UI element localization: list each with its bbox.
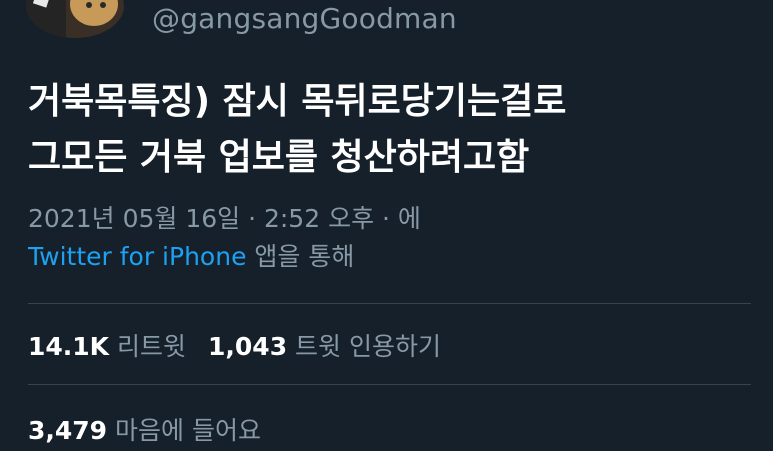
retweets-label: 리트윗 — [109, 332, 187, 361]
quotes-label: 트윗 인용하기 — [287, 332, 441, 361]
likes-label: 마음에 들어요 — [107, 416, 261, 445]
retweets-count: 14.1K — [28, 332, 110, 361]
likes-stat[interactable]: 3,479 마음에 들어요 — [28, 414, 261, 448]
source-link[interactable]: Twitter for iPhone — [28, 242, 246, 271]
source-suffix: 앱을 통해 — [246, 242, 355, 271]
avatar-face — [70, 0, 118, 26]
tweet-text-line: 그모든 거북 업보를 청산하려고함 — [28, 137, 530, 178]
retweets-stat[interactable]: 14.1K 리트윗 — [28, 332, 186, 361]
avatar-eye — [100, 2, 106, 8]
divider — [28, 384, 751, 385]
tweet-text: 거북목특징) 잠시 목뒤로당기는걸로 그모든 거북 업보를 청산하려고함 — [28, 74, 758, 186]
source-line: Twitter for iPhone 앱을 통해 — [28, 238, 421, 276]
engagement-stats: 14.1K 리트윗 1,043 트윗 인용하기 — [28, 330, 441, 364]
avatar[interactable] — [26, 0, 124, 38]
divider — [28, 303, 751, 304]
user-handle[interactable]: @gangsangGoodman — [152, 2, 457, 36]
tweet-meta: 2021년 05월 16일 · 2:52 오후 · 에 Twitter for … — [28, 200, 421, 276]
likes-count: 3,479 — [28, 416, 108, 445]
quotes-stat[interactable]: 1,043 트윗 인용하기 — [208, 332, 441, 361]
avatar-eye — [86, 2, 92, 8]
quotes-count: 1,043 — [208, 332, 288, 361]
timestamp[interactable]: 2021년 05월 16일 · 2:52 오후 · 에 — [28, 200, 421, 238]
tweet-text-line: 거북목특징) 잠시 목뒤로당기는걸로 — [28, 81, 567, 122]
